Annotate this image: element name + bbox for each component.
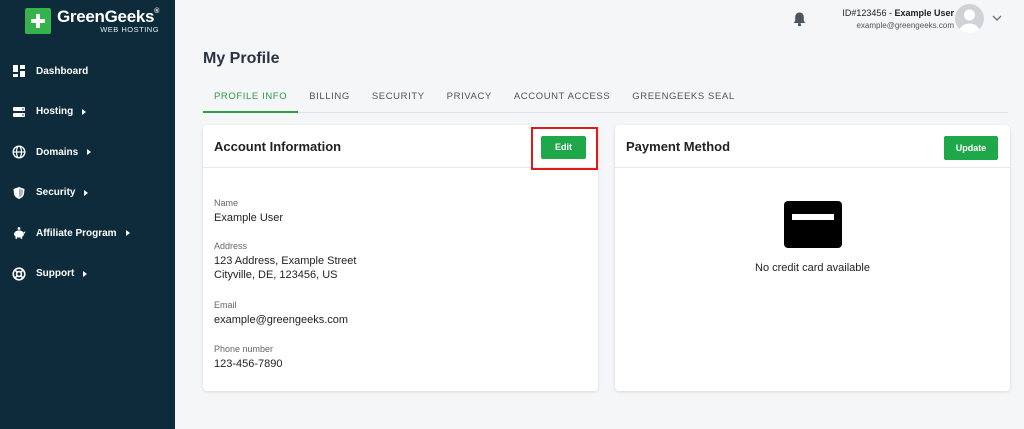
field-label: Phone number — [214, 344, 274, 354]
sidebar-item-label: Domains — [36, 146, 79, 158]
server-icon — [12, 105, 26, 119]
field-value: example@greengeeks.com — [214, 314, 349, 326]
sidebar-item-label: Support — [36, 268, 75, 280]
caret-right-icon — [125, 230, 130, 237]
tab-billing[interactable]: BILLING — [298, 83, 361, 113]
piggy-bank-icon — [12, 226, 26, 240]
update-button[interactable]: Update — [944, 136, 998, 160]
caret-right-icon — [82, 108, 87, 115]
lifebuoy-icon — [12, 267, 26, 281]
tab-profile-info[interactable]: PROFILE INFO — [203, 83, 299, 113]
card-title: Account Information — [214, 139, 342, 154]
tab-greengeeks-seal[interactable]: GREENGEEKS SEAL — [621, 83, 745, 113]
user-id: ID#123456 - — [842, 8, 895, 18]
sidebar-item-support[interactable]: Support — [0, 254, 175, 295]
plus-icon — [25, 8, 51, 34]
name-field: Name Example User — [214, 198, 283, 225]
card-header: Payment Method Update — [615, 125, 1010, 168]
sidebar-item-label: Security — [36, 187, 76, 199]
payment-method-card: Payment Method Update No credit card ava… — [615, 125, 1010, 391]
field-value: 123 Address, Example Street Cityville, D… — [214, 254, 356, 282]
sidebar-item-dashboard[interactable]: Dashboard — [0, 51, 175, 92]
user-email: example@greengeeks.com — [856, 21, 954, 30]
page-title: My Profile — [203, 50, 280, 67]
account-information-card: Account Information Edit Name Example Us… — [203, 125, 598, 391]
brand-subtitle: WEB HOSTING — [100, 25, 160, 34]
sidebar-item-security[interactable]: Security — [0, 173, 175, 214]
sidebar-item-label: Affiliate Program — [36, 227, 117, 239]
notification-bell-icon[interactable] — [792, 11, 807, 27]
dashboard-icon — [12, 64, 26, 78]
field-value: 123-456-7890 — [214, 358, 283, 370]
tab-security[interactable]: SECURITY — [361, 83, 436, 113]
caret-right-icon — [83, 270, 88, 277]
brand-logo[interactable]: GreenGeeks® WEB HOSTING — [25, 8, 159, 34]
tab-account-access[interactable]: ACCOUNT ACCESS — [503, 83, 621, 113]
field-value: Example User — [214, 212, 284, 224]
address-field: Address 123 Address, Example Street City… — [214, 241, 356, 282]
sidebar-item-label: Dashboard — [36, 65, 89, 77]
field-label: Name — [214, 198, 239, 208]
sidebar: GreenGeeks® WEB HOSTING Dashboard Hostin… — [0, 0, 175, 429]
no-credit-card-text: No credit card available — [755, 262, 870, 274]
shield-icon — [12, 186, 26, 200]
card-header: Account Information Edit — [203, 125, 598, 168]
address-line-2: Cityville, DE, 123456, US — [214, 269, 338, 281]
sidebar-nav: Dashboard Hosting Domains Security Affil… — [0, 51, 175, 294]
profile-tabs: PROFILE INFO BILLING SECURITY PRIVACY AC… — [203, 83, 1008, 113]
caret-right-icon — [84, 189, 89, 196]
sidebar-item-label: Hosting — [36, 106, 74, 118]
caret-right-icon — [87, 149, 92, 156]
chevron-down-icon[interactable] — [992, 14, 1002, 22]
edit-button[interactable]: Edit — [541, 136, 586, 159]
sidebar-item-hosting[interactable]: Hosting — [0, 92, 175, 133]
sidebar-item-affiliate-program[interactable]: Affiliate Program — [0, 213, 175, 254]
card-title: Payment Method — [626, 139, 731, 154]
user-avatar-icon — [959, 9, 980, 33]
globe-icon — [12, 145, 26, 159]
field-label: Address — [214, 241, 248, 251]
credit-card-icon — [784, 201, 842, 248]
field-label: Email — [214, 300, 237, 310]
tab-privacy[interactable]: PRIVACY — [436, 83, 503, 113]
sidebar-item-domains[interactable]: Domains — [0, 132, 175, 173]
user-info[interactable]: ID#123456 - Example User example@greenge… — [842, 8, 954, 30]
phone-field: Phone number 123-456-7890 — [214, 344, 283, 371]
avatar[interactable] — [955, 4, 984, 33]
address-line-1: 123 Address, Example Street — [214, 255, 357, 267]
user-name: Example User — [894, 8, 954, 18]
brand-name: GreenGeeks — [57, 7, 155, 26]
email-field: Email example@greengeeks.com — [214, 300, 348, 327]
